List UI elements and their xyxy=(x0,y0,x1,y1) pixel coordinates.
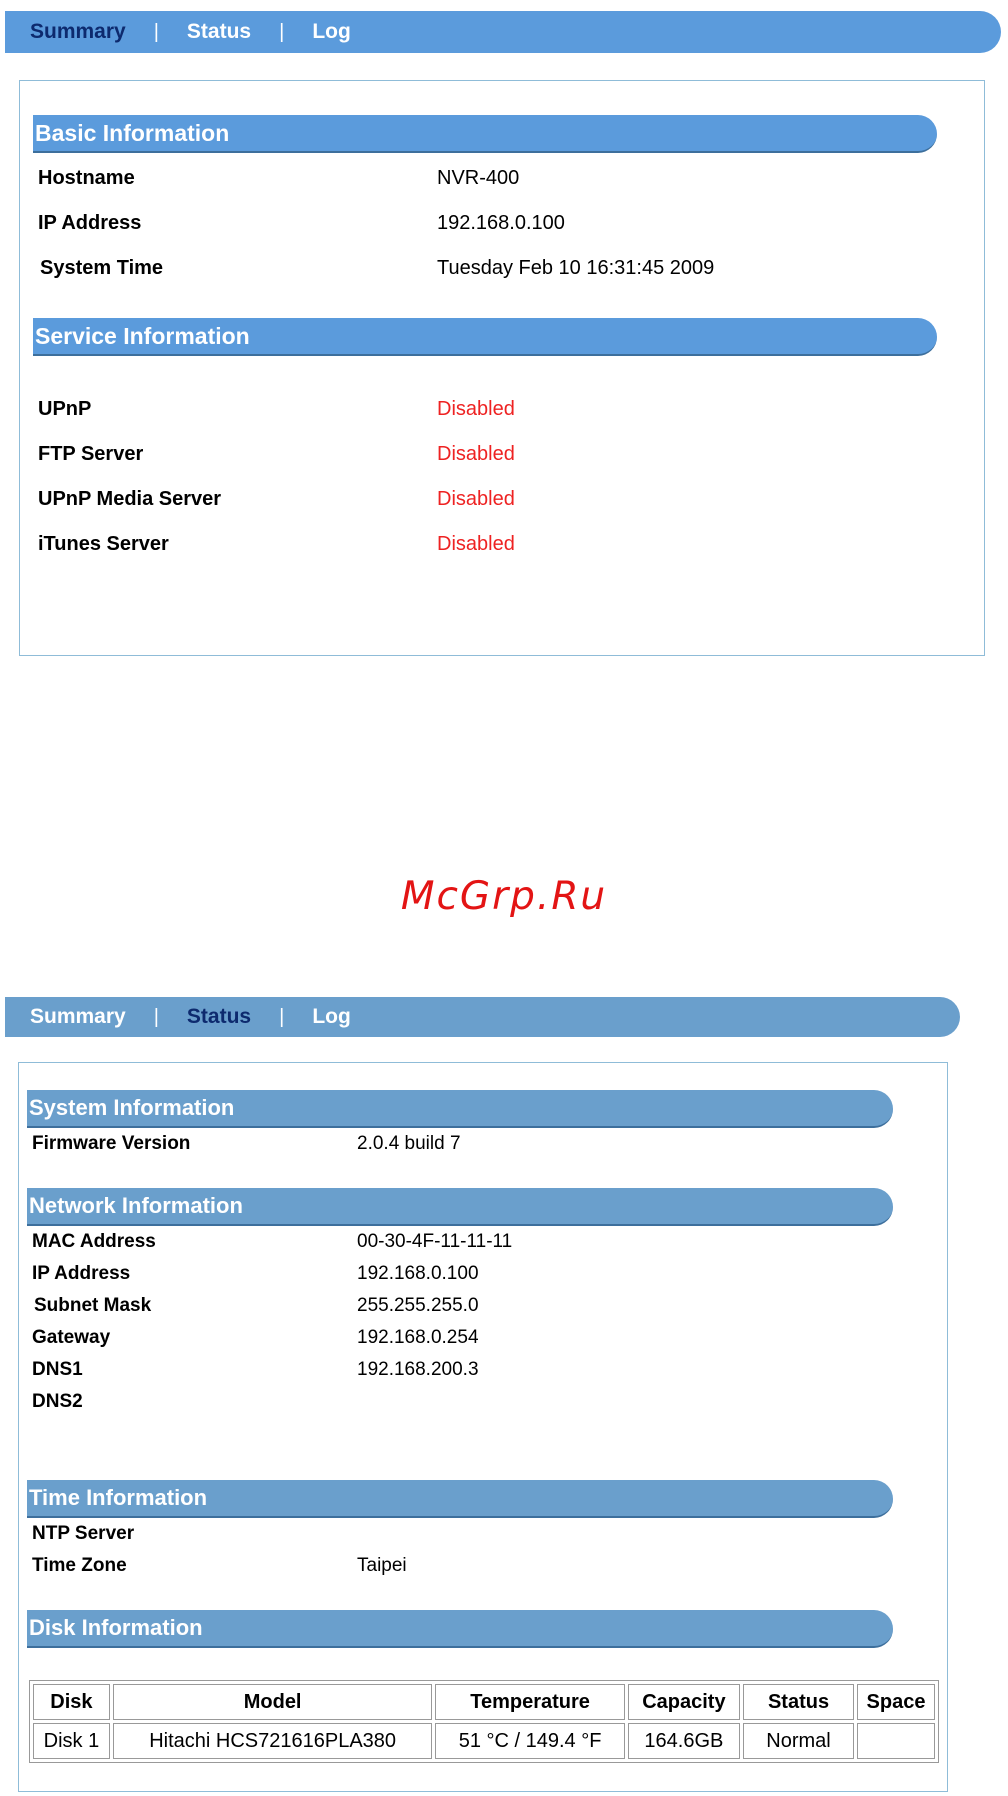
system-information-header: System Information xyxy=(27,1090,893,1128)
tab-status[interactable]: Status xyxy=(187,20,251,44)
column-header: Capacity xyxy=(627,1684,741,1720)
row-label: Time Zone xyxy=(32,1555,127,1576)
service-information-header: Service Information xyxy=(33,318,937,356)
row-label: Subnet Mask xyxy=(34,1295,152,1316)
row-value: 2.0.4 build 7 xyxy=(357,1133,461,1154)
row-value: Tuesday Feb 10 16:31:45 2009 xyxy=(437,257,715,279)
tab-log[interactable]: Log xyxy=(312,20,350,44)
row-label: FTP Server xyxy=(38,443,144,465)
row-label: Firmware Version xyxy=(32,1133,191,1154)
row-value: 00-30-4F-11-11-11 xyxy=(357,1231,513,1252)
section-title: Basic Information xyxy=(35,119,230,146)
tab-status[interactable]: Status xyxy=(187,1005,251,1029)
row-label: MAC Address xyxy=(32,1231,156,1252)
row-value: 192.168.0.100 xyxy=(357,1263,479,1284)
status-value: Disabled xyxy=(437,398,515,420)
status-value: Disabled xyxy=(437,533,515,555)
watermark: McGrp.Ru xyxy=(400,874,608,919)
row-label: IP Address xyxy=(32,1263,131,1284)
row-label: DNS1 xyxy=(32,1359,83,1380)
section-title: Service Information xyxy=(35,322,250,349)
top-tab-bar: Summary | Status | Log xyxy=(5,11,1001,53)
summary-panel: Basic Information Hostname NVR-400 IP Ad… xyxy=(19,80,985,656)
tab-summary[interactable]: Summary xyxy=(30,20,126,44)
tab-summary[interactable]: Summary xyxy=(30,1005,126,1029)
table-cell: 164.6GB xyxy=(627,1723,741,1759)
row-label: Hostname xyxy=(38,167,135,189)
row-value: 192.168.0.254 xyxy=(357,1327,479,1348)
row-value: 255.255.255.0 xyxy=(357,1295,479,1316)
status-value: Disabled xyxy=(437,488,515,510)
disk-information-header: Disk Information xyxy=(27,1610,893,1648)
row-value: Taipei xyxy=(357,1555,407,1576)
table-row: Disk 1 Hitachi HCS721616PLA380 51 °C / 1… xyxy=(33,1723,935,1759)
row-value: 192.168.200.3 xyxy=(357,1359,479,1380)
tab-separator: | xyxy=(279,1005,285,1028)
tab-separator: | xyxy=(279,20,285,43)
section-title: Disk Information xyxy=(29,1615,203,1640)
disk-table: Disk Model Temperature Capacity Status S… xyxy=(29,1680,939,1763)
row-label: IP Address xyxy=(38,212,142,234)
table-cell xyxy=(857,1723,935,1759)
row-value: NVR-400 xyxy=(437,167,520,189)
column-header: Disk xyxy=(33,1684,110,1720)
column-header: Temperature xyxy=(435,1684,625,1720)
column-header: Space xyxy=(857,1684,935,1720)
table-header-row: Disk Model Temperature Capacity Status S… xyxy=(33,1684,935,1720)
column-header: Status xyxy=(743,1684,855,1720)
row-value: 192.168.0.100 xyxy=(437,212,565,234)
table-cell: Normal xyxy=(743,1723,855,1759)
tab-separator: | xyxy=(153,1005,159,1028)
row-label: UPnP Media Server xyxy=(38,488,222,510)
row-label: NTP Server xyxy=(32,1523,135,1544)
row-label: DNS2 xyxy=(32,1391,83,1412)
basic-information-header: Basic Information xyxy=(33,115,937,153)
time-information-header: Time Information xyxy=(27,1480,893,1518)
table-cell: 51 °C / 149.4 °F xyxy=(435,1723,625,1759)
row-label: iTunes Server xyxy=(38,533,169,555)
row-label: System Time xyxy=(40,257,164,279)
tab-separator: | xyxy=(153,20,159,43)
status-panel: System Information Firmware Version 2.0.… xyxy=(18,1062,948,1792)
tab-log[interactable]: Log xyxy=(312,1005,350,1029)
table-cell: Hitachi HCS721616PLA380 xyxy=(112,1723,433,1759)
status-value: Disabled xyxy=(437,443,515,465)
row-label: UPnP xyxy=(38,398,92,420)
network-information-header: Network Information xyxy=(27,1188,893,1226)
section-title: Network Information xyxy=(29,1193,243,1218)
table-cell: Disk 1 xyxy=(33,1723,110,1759)
column-header: Model xyxy=(112,1684,433,1720)
top-tab-bar: Summary | Status | Log xyxy=(5,997,960,1037)
row-label: Gateway xyxy=(32,1327,111,1348)
section-title: Time Information xyxy=(29,1485,208,1510)
section-title: System Information xyxy=(29,1095,235,1120)
